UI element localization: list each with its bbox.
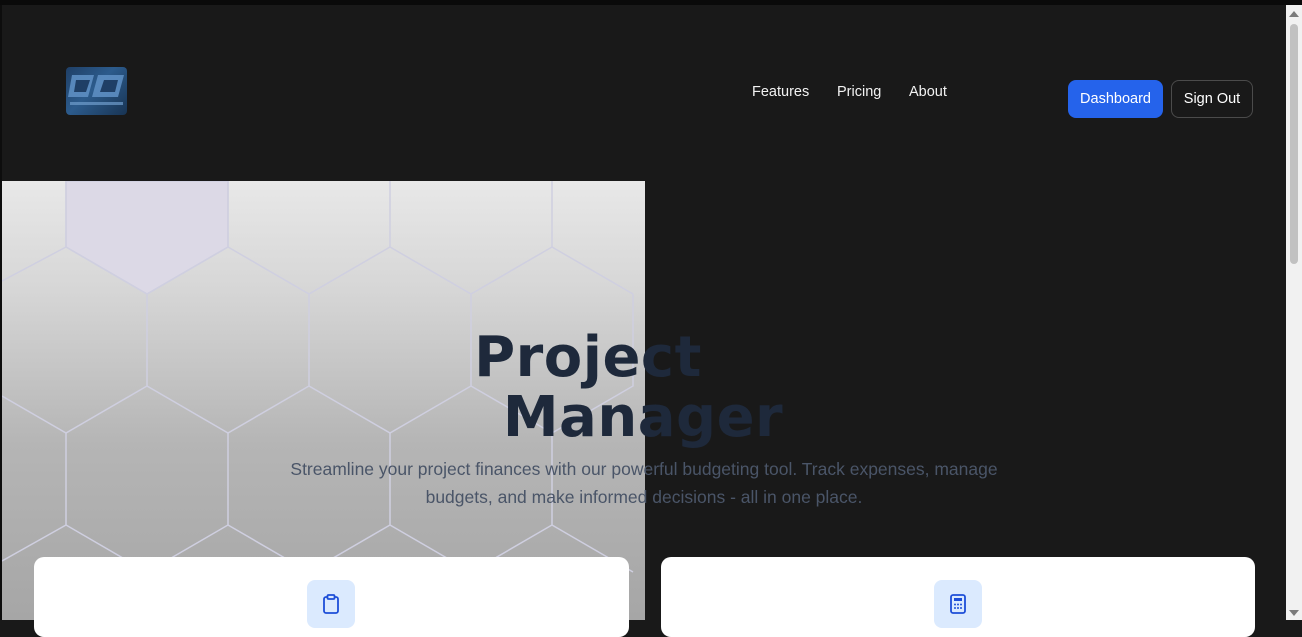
vertical-scrollbar[interactable] [1286,5,1302,620]
feature-card [34,557,629,637]
sign-out-button[interactable]: Sign Out [1171,80,1253,118]
window-left-border [0,5,2,620]
scrollbar-thumb[interactable] [1290,24,1298,264]
dashboard-button[interactable]: Dashboard [1068,80,1163,118]
top-navigation: Features Pricing About Dashboard Sign Ou… [0,5,1286,181]
nav-link-features[interactable]: Features [752,84,809,100]
scroll-up-arrow-icon[interactable] [1289,11,1299,17]
scroll-down-arrow-icon[interactable] [1289,610,1299,616]
calculator-icon [934,580,982,628]
nav-link-about[interactable]: About [909,84,947,100]
company-logo[interactable] [66,67,127,115]
hero-title-line1: Project [474,324,702,390]
nav-link-pricing[interactable]: Pricing [837,84,881,100]
clipboard-icon [307,580,355,628]
feature-card [661,557,1255,637]
hero-title-line2: Manager [502,384,784,450]
hero-subtitle: Streamline your project finances with ou… [290,458,998,507]
hero-title: Project Manager [0,324,1286,450]
